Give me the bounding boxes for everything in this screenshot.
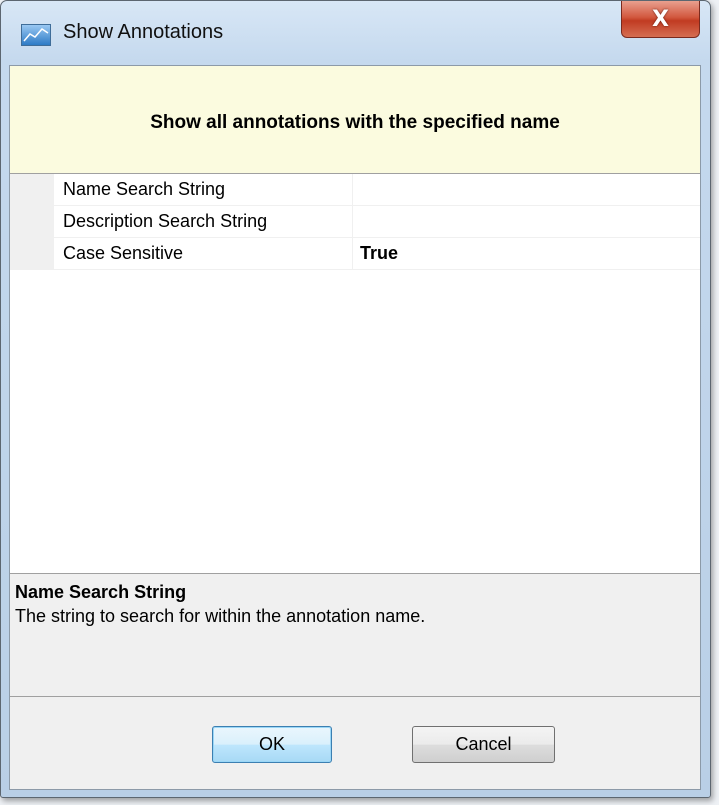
- close-button[interactable]: X: [621, 1, 700, 38]
- property-row-case-sensitive[interactable]: Case Sensitive True: [54, 238, 700, 270]
- property-row-description-search[interactable]: Description Search String: [54, 206, 700, 238]
- dialog-client-area: Show all annotations with the specified …: [9, 65, 701, 790]
- help-description: The string to search for within the anno…: [15, 606, 426, 626]
- property-grid: Name Search String Description Search St…: [10, 174, 700, 574]
- header-text: Show all annotations with the specified …: [150, 111, 560, 133]
- help-title: Name Search String: [15, 582, 187, 602]
- header-panel: Show all annotations with the specified …: [10, 66, 700, 174]
- property-name: Description Search String: [54, 206, 353, 237]
- title-bar[interactable]: Show Annotations X: [1, 1, 710, 65]
- dialog-window: Show Annotations X Show all annotations …: [0, 0, 711, 798]
- property-grid-margin: [10, 174, 54, 270]
- property-value-input[interactable]: [354, 206, 700, 237]
- help-panel: Name Search String The string to search …: [10, 574, 700, 697]
- ok-button[interactable]: OK: [212, 726, 332, 763]
- app-chart-icon: [21, 24, 51, 46]
- property-name: Case Sensitive: [54, 238, 353, 269]
- property-value-input[interactable]: [354, 174, 700, 205]
- property-name: Name Search String: [54, 174, 353, 205]
- window-title: Show Annotations: [63, 21, 224, 43]
- cancel-button[interactable]: Cancel: [412, 726, 555, 763]
- close-icon: X: [652, 6, 669, 32]
- property-row-name-search[interactable]: Name Search String: [54, 174, 700, 206]
- property-value-dropdown[interactable]: True: [354, 238, 700, 269]
